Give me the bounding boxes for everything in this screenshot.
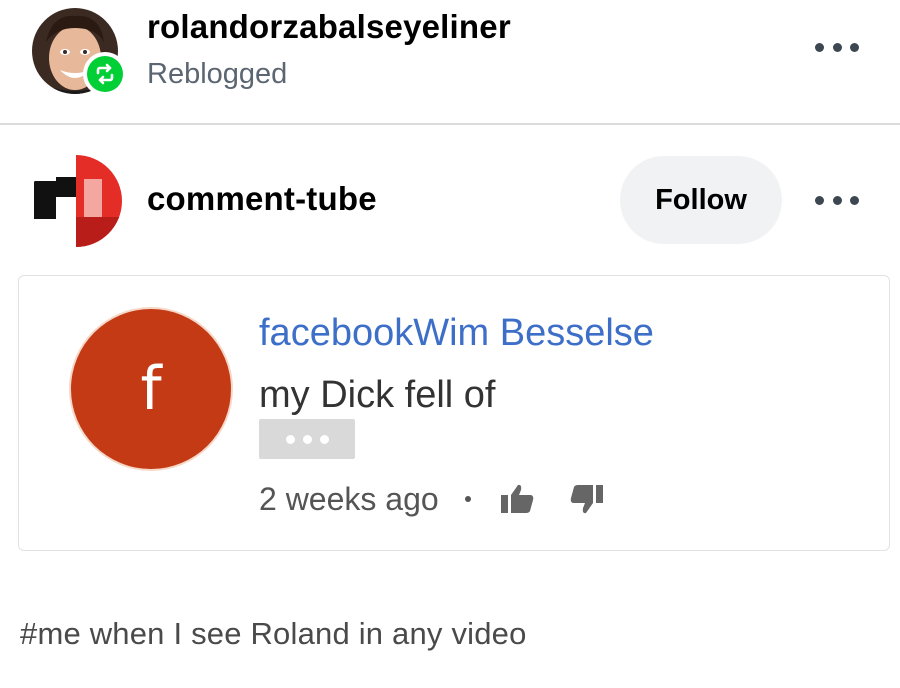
commenter-avatar: f — [71, 309, 231, 469]
comment-meta: 2 weeks ago — [259, 477, 607, 521]
thumbs-up-icon[interactable] — [497, 479, 537, 519]
ellipsis-dot — [319, 434, 329, 444]
reblog-icon — [87, 56, 123, 92]
read-more-button[interactable] — [259, 419, 355, 459]
blog-name[interactable]: comment-tube — [147, 180, 377, 218]
reblogged-label: Reblogged — [147, 58, 288, 90]
reblog-more-menu-icon[interactable] — [815, 37, 859, 57]
header-divider — [0, 123, 900, 125]
menu-dot — [850, 195, 859, 205]
menu-dot — [815, 195, 824, 205]
post-more-menu-icon[interactable] — [815, 190, 859, 210]
comment-timestamp: 2 weeks ago — [259, 480, 439, 517]
comment-tube-logo[interactable] — [30, 155, 122, 247]
comment-screenshot-card: f facebookWim Besselse my Dick fell of 2… — [18, 275, 890, 551]
facebook-letter-icon: f — [140, 354, 162, 424]
menu-dot — [815, 42, 824, 52]
menu-dot — [832, 42, 842, 52]
ellipsis-dot — [302, 434, 312, 444]
comment-text: my Dick fell of — [259, 374, 496, 416]
post-tag[interactable]: #me when I see Roland in any video — [20, 616, 527, 652]
reblog-badge — [83, 52, 127, 96]
reblog-header: rolandorzabalseyeliner Reblogged — [0, 0, 900, 124]
thumbs-down-icon[interactable] — [567, 479, 607, 519]
meta-separator — [464, 496, 471, 502]
menu-dot — [832, 195, 842, 205]
reblogger-username[interactable]: rolandorzabalseyeliner — [147, 8, 511, 46]
ellipsis-dot — [285, 434, 295, 444]
menu-dot — [850, 42, 859, 52]
comment-author[interactable]: facebookWim Besselse — [259, 312, 654, 355]
follow-button[interactable]: Follow — [620, 156, 782, 244]
